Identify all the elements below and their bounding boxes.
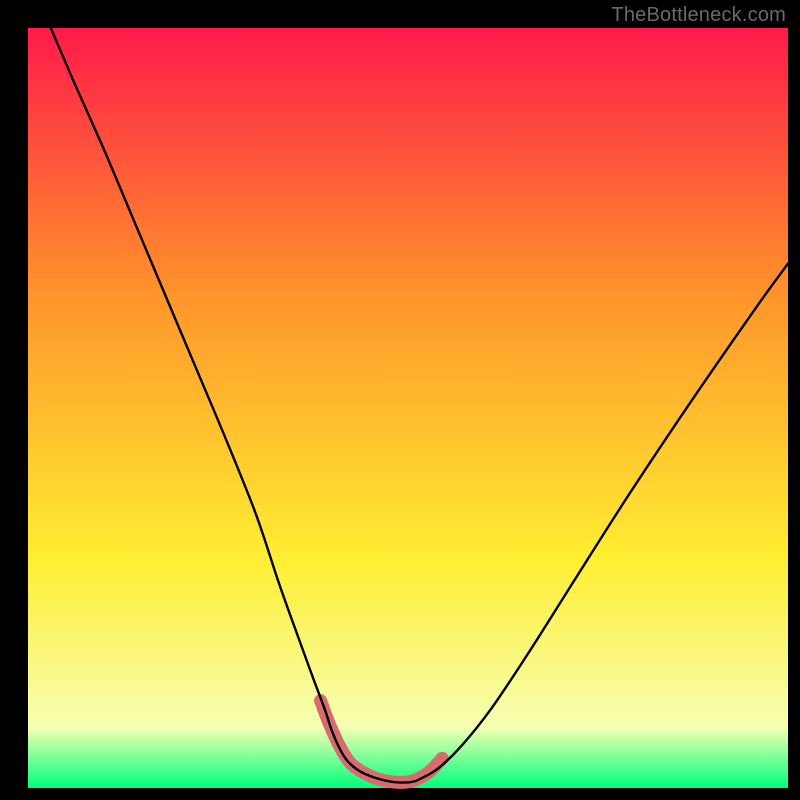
- plot-background: [28, 28, 788, 788]
- chart-svg: [0, 0, 800, 800]
- chart-frame: { "watermark": "TheBottleneck.com", "cha…: [0, 0, 800, 800]
- watermark-text: TheBottleneck.com: [611, 4, 786, 27]
